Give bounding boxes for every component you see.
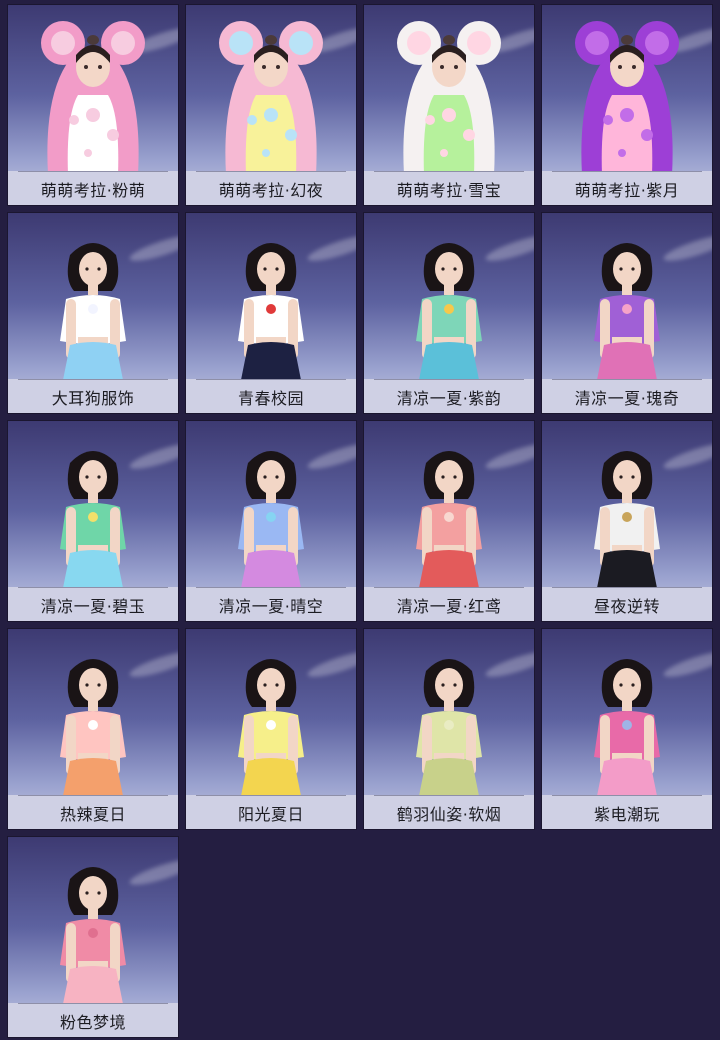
divider [552, 379, 702, 380]
divider [374, 171, 524, 172]
divider [18, 587, 168, 588]
label-bar: 大耳狗服饰 [8, 379, 178, 413]
costume-card[interactable]: 萌萌考拉·雪宝 [364, 5, 534, 205]
character-outfit-figure [238, 451, 304, 591]
divider [196, 379, 346, 380]
label-bar: 青春校园 [186, 379, 356, 413]
costume-card[interactable]: 紫电潮玩 [542, 629, 712, 829]
character-outfit-figure [238, 659, 304, 799]
costume-card[interactable]: 清凉一夏·晴空 [186, 421, 356, 621]
character-outfit-figure [60, 451, 126, 591]
koala-costume-figure [219, 21, 323, 175]
divider [374, 795, 524, 796]
divider [374, 587, 524, 588]
costume-card[interactable]: 萌萌考拉·紫月 [542, 5, 712, 205]
divider [196, 795, 346, 796]
costume-card[interactable]: 热辣夏日 [8, 629, 178, 829]
character-outfit-figure [416, 451, 482, 591]
costume-name: 昼夜逆转 [593, 597, 660, 616]
costume-card[interactable]: 清凉一夏·碧玉 [8, 421, 178, 621]
label-bar: 紫电潮玩 [542, 795, 712, 829]
costume-name: 清凉一夏·碧玉 [40, 597, 146, 616]
label-bar: 鹤羽仙姿·软烟 [364, 795, 534, 829]
character-outfit-figure [238, 243, 304, 383]
character-outfit-figure [416, 659, 482, 799]
divider [18, 1003, 168, 1004]
koala-costume-figure [397, 21, 501, 175]
divider [18, 171, 168, 172]
costume-name: 紫电潮玩 [593, 805, 660, 824]
costume-name: 清凉一夏·红鸢 [396, 597, 502, 616]
divider [374, 379, 524, 380]
label-bar: 萌萌考拉·幻夜 [186, 171, 356, 205]
label-bar: 清凉一夏·紫韵 [364, 379, 534, 413]
character-outfit-figure [594, 659, 660, 799]
costume-card[interactable]: 萌萌考拉·粉萌 [8, 5, 178, 205]
costume-name: 大耳狗服饰 [51, 389, 135, 408]
koala-costume-figure [41, 21, 145, 175]
koala-costume-figure [575, 21, 679, 175]
divider [18, 795, 168, 796]
label-bar: 萌萌考拉·粉萌 [8, 171, 178, 205]
divider [552, 171, 702, 172]
divider [196, 587, 346, 588]
label-bar: 阳光夏日 [186, 795, 356, 829]
character-outfit-figure [594, 243, 660, 383]
divider [18, 379, 168, 380]
character-outfit-figure [60, 243, 126, 383]
label-bar: 清凉一夏·晴空 [186, 587, 356, 621]
costume-name: 青春校园 [237, 389, 304, 408]
label-bar: 清凉一夏·瑰奇 [542, 379, 712, 413]
character-outfit-figure [60, 659, 126, 799]
label-bar: 萌萌考拉·雪宝 [364, 171, 534, 205]
costume-name: 萌萌考拉·幻夜 [218, 181, 324, 200]
costume-card[interactable]: 清凉一夏·红鸢 [364, 421, 534, 621]
label-bar: 粉色梦境 [8, 1003, 178, 1037]
costume-name: 粉色梦境 [59, 1013, 126, 1032]
label-bar: 清凉一夏·碧玉 [8, 587, 178, 621]
costume-name: 热辣夏日 [59, 805, 126, 824]
costume-name: 鹤羽仙姿·软烟 [396, 805, 502, 824]
label-bar: 萌萌考拉·紫月 [542, 171, 712, 205]
costume-name: 萌萌考拉·雪宝 [396, 181, 502, 200]
costume-card[interactable]: 清凉一夏·紫韵 [364, 213, 534, 413]
label-bar: 热辣夏日 [8, 795, 178, 829]
costume-card[interactable]: 萌萌考拉·幻夜 [186, 5, 356, 205]
divider [552, 795, 702, 796]
costume-card[interactable]: 青春校园 [186, 213, 356, 413]
costume-card[interactable]: 鹤羽仙姿·软烟 [364, 629, 534, 829]
character-outfit-figure [416, 243, 482, 383]
costume-card[interactable]: 粉色梦境 [8, 837, 178, 1037]
character-outfit-figure [60, 867, 126, 1007]
divider [196, 171, 346, 172]
costume-name: 清凉一夏·晴空 [218, 597, 324, 616]
costume-card[interactable]: 清凉一夏·瑰奇 [542, 213, 712, 413]
costume-card[interactable]: 昼夜逆转 [542, 421, 712, 621]
costume-name: 萌萌考拉·粉萌 [40, 181, 146, 200]
divider [552, 587, 702, 588]
costume-name: 清凉一夏·紫韵 [396, 389, 502, 408]
costume-name: 阳光夏日 [237, 805, 304, 824]
label-bar: 清凉一夏·红鸢 [364, 587, 534, 621]
costume-card[interactable]: 大耳狗服饰 [8, 213, 178, 413]
costume-card[interactable]: 阳光夏日 [186, 629, 356, 829]
label-bar: 昼夜逆转 [542, 587, 712, 621]
costume-grid: 萌萌考拉·粉萌 萌萌考拉·幻夜 萌萌考拉·雪宝 萌萌考拉·紫月 大耳狗服饰 青春… [0, 0, 720, 1040]
costume-name: 清凉一夏·瑰奇 [574, 389, 680, 408]
character-outfit-figure [594, 451, 660, 591]
costume-name: 萌萌考拉·紫月 [574, 181, 680, 200]
